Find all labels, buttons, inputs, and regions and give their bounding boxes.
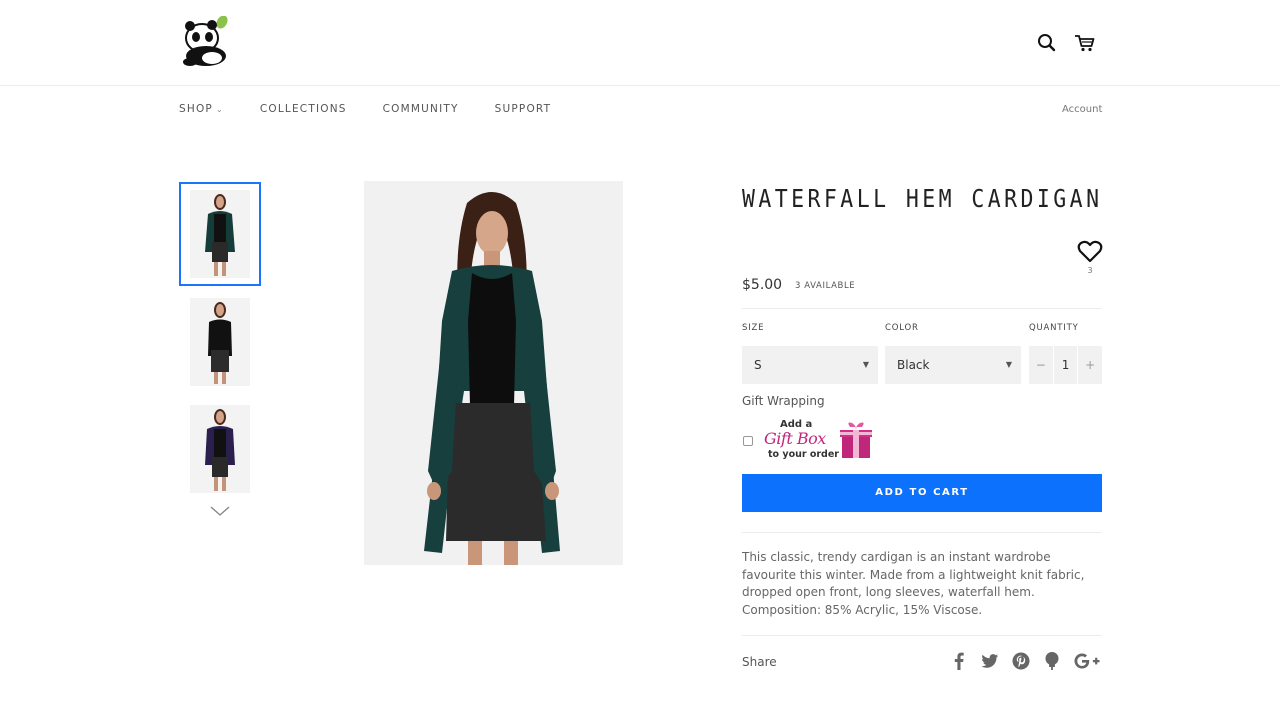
thumbnail-1[interactable]	[179, 182, 261, 286]
size-value: S	[754, 358, 762, 372]
twitter-icon[interactable]	[980, 652, 1000, 670]
product-description: This classic, trendy cardigan is an inst…	[742, 550, 1085, 617]
panda-logo[interactable]	[182, 16, 232, 68]
site-header	[0, 0, 1280, 86]
chevron-down-icon[interactable]	[208, 503, 232, 517]
nav-item-community[interactable]: COMMUNITY	[383, 103, 459, 115]
gift-wrapping-checkbox[interactable]	[743, 436, 753, 446]
gift-box-text: Gift Box	[764, 429, 826, 448]
account-link[interactable]: Account	[1062, 104, 1102, 115]
fancy-icon[interactable]	[1044, 652, 1060, 670]
quantity-plus-button[interactable]: +	[1078, 346, 1102, 384]
color-label: COLOR	[885, 323, 919, 333]
quantity-stepper: − 1 +	[1029, 346, 1102, 384]
color-select[interactable]: Black ▼	[885, 346, 1021, 384]
divider	[742, 532, 1102, 533]
add-to-cart-button[interactable]: ADD TO CART	[742, 474, 1102, 512]
gift-icon	[840, 422, 872, 458]
search-icon[interactable]	[1036, 32, 1058, 54]
gift-wrapping-label: Gift Wrapping	[742, 394, 825, 408]
main-nav: SHOP ⌄ COLLECTIONS COMMUNITY SUPPORT	[179, 103, 587, 115]
thumbnail-2[interactable]	[179, 290, 261, 394]
availability-label: 3 AVAILABLE	[795, 281, 856, 291]
chevron-down-icon: ⌄	[215, 105, 224, 114]
nav-item-collections[interactable]: COLLECTIONS	[260, 103, 347, 115]
thumbnail-3[interactable]	[179, 397, 261, 501]
heart-icon[interactable]	[1077, 240, 1103, 264]
caret-down-icon: ▼	[862, 360, 869, 369]
divider	[742, 635, 1102, 636]
gift-order-text: to your order	[768, 449, 839, 460]
thumbnail-image	[190, 298, 250, 386]
caret-down-icon: ▼	[1005, 360, 1012, 369]
thumbnail-image	[190, 190, 250, 278]
main-product-image[interactable]	[364, 181, 623, 565]
size-label: SIZE	[742, 323, 765, 333]
quantity-input[interactable]: 1	[1052, 346, 1079, 384]
size-select[interactable]: S ▼	[742, 346, 878, 384]
pinterest-icon[interactable]	[1012, 652, 1030, 670]
cart-icon[interactable]	[1073, 32, 1097, 54]
divider	[742, 308, 1102, 309]
quantity-label: QUANTITY	[1029, 323, 1079, 333]
share-label: Share	[742, 655, 777, 669]
product-price: $5.00	[742, 277, 783, 293]
product-title: WATERFALL HEM CARDIGAN	[742, 184, 1103, 213]
color-value: Black	[897, 358, 930, 372]
nav-item-shop[interactable]: SHOP ⌄	[179, 103, 224, 115]
thumbnail-image	[190, 405, 250, 493]
nav-item-support[interactable]: SUPPORT	[495, 103, 552, 115]
gift-box-banner[interactable]: Add a Gift Box to your order	[762, 418, 876, 464]
nav-item-shop-label: SHOP	[179, 103, 213, 115]
quantity-minus-button[interactable]: −	[1029, 346, 1053, 384]
wishlist-count: 3	[1087, 266, 1093, 275]
google-plus-icon[interactable]	[1074, 652, 1100, 670]
facebook-icon[interactable]	[952, 652, 966, 670]
